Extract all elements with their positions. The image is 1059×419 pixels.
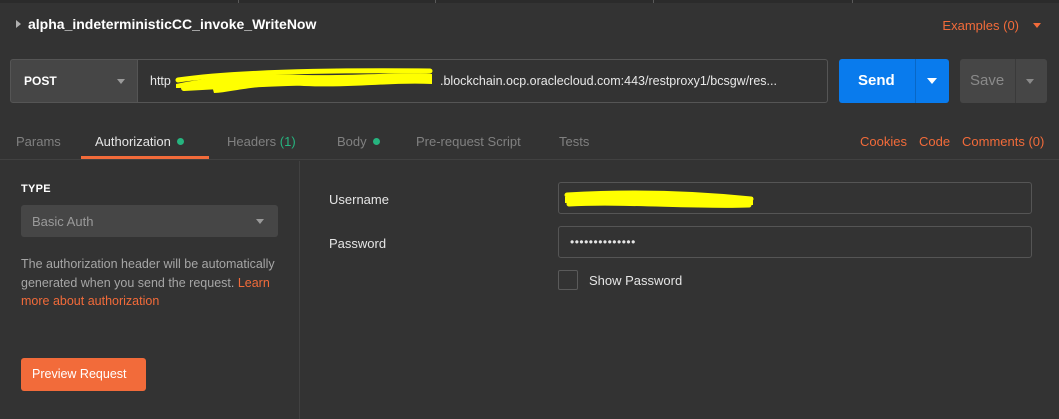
password-field[interactable]: ••••••••••••••	[558, 226, 1032, 258]
active-tab-indicator	[81, 156, 209, 159]
auth-type-select[interactable]: Basic Auth	[21, 205, 278, 237]
send-button[interactable]: Send	[839, 59, 949, 103]
chevron-down-icon	[117, 79, 125, 84]
method-value: POST	[24, 74, 57, 88]
expand-caret-icon[interactable]	[16, 20, 21, 28]
examples-dropdown[interactable]: Examples (0)	[942, 18, 1019, 33]
type-heading: TYPE	[21, 183, 51, 195]
chevron-down-icon[interactable]	[927, 78, 937, 84]
tab-headers[interactable]: Headers (1)	[227, 134, 296, 149]
username-label: Username	[329, 192, 389, 207]
request-title[interactable]: alpha_indeterministicCC_invoke_WriteNow	[28, 16, 316, 32]
tab-body[interactable]: Body	[337, 134, 380, 149]
redaction-scribble	[175, 68, 433, 93]
url-input[interactable]: http .blockchain.ocp.oraclecloud.com:443…	[138, 59, 828, 103]
tab-authorization[interactable]: Authorization	[95, 134, 184, 149]
save-button[interactable]: Save	[960, 59, 1047, 103]
request-tabs: Params Authorization Headers (1) Body Pr…	[0, 124, 1059, 160]
save-divider	[1015, 59, 1016, 103]
send-label: Send	[858, 72, 895, 89]
url-value: .blockchain.ocp.oraclecloud.com:443/rest…	[440, 74, 777, 88]
method-select[interactable]: POST	[10, 59, 138, 103]
chevron-down-icon	[256, 219, 264, 224]
preview-request-button[interactable]: Preview Request	[21, 358, 146, 391]
show-password-label[interactable]: Show Password	[589, 273, 682, 288]
chevron-down-icon[interactable]	[1033, 23, 1041, 28]
auth-type-pane: TYPE Basic Auth The authorization header…	[0, 161, 300, 419]
redaction-scribble	[564, 190, 754, 208]
url-bar: POST http .blockchain.ocp.oraclecloud.co…	[0, 46, 1059, 116]
comments-link[interactable]: Comments (0)	[962, 134, 1044, 149]
url-prefix: http	[150, 74, 171, 88]
request-title-row: alpha_indeterministicCC_invoke_WriteNow …	[0, 3, 1059, 46]
password-label: Password	[329, 236, 387, 251]
preview-request-label: Preview Request	[32, 367, 127, 381]
status-dot-icon	[176, 138, 184, 145]
status-dot-icon	[372, 138, 380, 145]
auth-type-value: Basic Auth	[32, 214, 94, 229]
tab-pre-request-script[interactable]: Pre-request Script	[416, 134, 521, 149]
chevron-down-icon[interactable]	[1026, 79, 1034, 84]
username-field[interactable]	[558, 182, 1032, 214]
headers-count: (1)	[279, 134, 296, 149]
show-password-checkbox[interactable]	[558, 270, 578, 290]
password-value: ••••••••••••••	[570, 235, 636, 249]
code-link[interactable]: Code	[919, 134, 950, 149]
tab-tests[interactable]: Tests	[559, 134, 589, 149]
auth-fields-pane: Username Password •••••••••••••• Show Pa…	[301, 161, 1059, 419]
cookies-link[interactable]: Cookies	[860, 134, 907, 149]
save-label: Save	[970, 72, 1005, 89]
tab-params[interactable]: Params	[16, 134, 61, 149]
send-divider	[915, 59, 916, 103]
auth-help-text: The authorization header will be automat…	[21, 257, 275, 308]
